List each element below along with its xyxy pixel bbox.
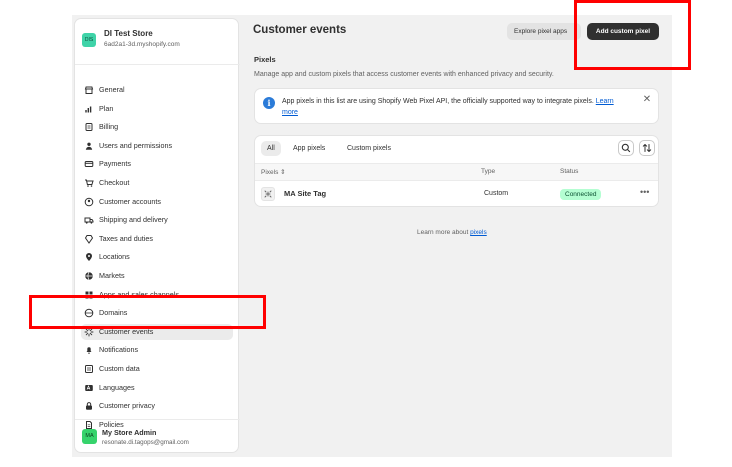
sidebar-item-label: Customer accounts	[99, 196, 161, 206]
sidebar-item-label: Users and permissions	[99, 140, 173, 150]
sidebar-item-label: Shipping and delivery	[99, 215, 168, 225]
sidebar-item-checkout[interactable]: Checkout	[81, 175, 233, 191]
search-button[interactable]	[618, 140, 634, 156]
tab-app-pixels[interactable]: App pixels	[287, 141, 331, 156]
sidebar-item-label: Markets	[99, 271, 125, 280]
chart-icon	[85, 106, 92, 113]
sidebar-item-languages[interactable]: Languages	[81, 380, 233, 396]
custom-pixel-icon	[261, 187, 275, 201]
page-title: Customer events	[253, 24, 347, 36]
sort-arrows-icon: ⇕	[280, 169, 286, 176]
store-domain: 6ad2a1-3d.myshopify.com	[104, 41, 180, 48]
store-avatar: DIS	[82, 33, 96, 47]
info-banner: i App pixels in this list are using Shop…	[254, 88, 659, 124]
person-icon	[85, 142, 93, 150]
status-badge: Connected	[560, 189, 602, 200]
sidebar-item-locations[interactable]: Locations	[81, 249, 233, 265]
pixel-name[interactable]: MA Site Tag	[284, 189, 326, 198]
user-avatar[interactable]: MA	[82, 429, 97, 444]
column-header-type: Type	[481, 168, 496, 175]
sidebar-item-label: Taxes and duties	[99, 233, 153, 243]
pixels-help-link[interactable]: pixels	[470, 229, 487, 236]
language-icon	[85, 384, 93, 391]
column-header-pixels[interactable]: Pixels ⇕	[261, 168, 286, 176]
store-switcher[interactable]: DIS DI Test Store 6ad2a1-3d.myshopify.co…	[80, 27, 235, 57]
store-icon	[84, 86, 94, 94]
sidebar-item-billing[interactable]: Billing	[81, 119, 233, 135]
learn-more-text: Learn more about	[417, 229, 469, 236]
column-header-status: Status	[560, 168, 579, 175]
sidebar-item-customer-accounts[interactable]: Customer accounts	[81, 194, 233, 210]
sidebar-item-taxes-and-duties[interactable]: Taxes and duties	[81, 231, 233, 247]
sidebar-item-label: Checkout	[99, 178, 130, 187]
close-icon[interactable]: ✕	[641, 94, 653, 106]
banner-message: App pixels in this list are using Shopif…	[282, 98, 594, 105]
more-actions-icon[interactable]: •••	[640, 187, 649, 197]
globe-icon	[85, 272, 93, 280]
sidebar-item-label: Locations	[99, 252, 130, 262]
bell-icon	[86, 347, 92, 355]
sidebar-item-label: General	[99, 85, 125, 94]
sidebar-item-label: Customer privacy	[99, 401, 155, 411]
sort-icon	[642, 144, 652, 152]
search-icon	[621, 143, 631, 153]
store-name: DI Test Store	[104, 29, 153, 38]
sidebar-item-markets[interactable]: Markets	[81, 268, 233, 284]
sidebar-item-label: Notifications	[99, 345, 139, 355]
sidebar-item-label: Plan	[99, 103, 114, 113]
data-icon	[85, 365, 93, 373]
info-icon: i	[263, 97, 275, 109]
receipt-icon	[85, 123, 93, 132]
pin-icon	[86, 253, 92, 262]
tab-custom-pixels[interactable]: Custom pixels	[341, 141, 397, 156]
section-title: Pixels	[254, 55, 276, 64]
sidebar-item-custom-data[interactable]: Custom data	[81, 361, 233, 377]
sidebar-item-label: Custom data	[99, 364, 140, 373]
sidebar-item-plan[interactable]: Plan	[81, 101, 233, 117]
explore-pixel-apps-button[interactable]: Explore pixel apps	[507, 23, 581, 40]
pixels-card: All App pixels Custom pixels Pixels ⇕ Ty…	[254, 135, 659, 207]
tax-icon	[84, 234, 94, 244]
truck-icon	[84, 217, 94, 224]
sidebar-item-payments[interactable]: Payments	[81, 156, 233, 172]
sidebar-item-label: Languages	[99, 382, 135, 392]
sidebar-item-notifications[interactable]: Notifications	[81, 342, 233, 358]
sidebar-item-general[interactable]: General	[81, 82, 233, 98]
learn-more-footer: Learn more about pixels	[417, 229, 487, 236]
divider	[75, 419, 240, 420]
highlight-box-customer-events	[29, 295, 266, 329]
card-icon	[84, 161, 94, 168]
sidebar-item-shipping-and-delivery[interactable]: Shipping and delivery	[81, 212, 233, 228]
cart-icon	[85, 179, 94, 187]
sort-button[interactable]	[639, 140, 655, 156]
pixel-type: Custom	[484, 190, 509, 197]
sidebar-item-users-and-permissions[interactable]: Users and permissions	[81, 138, 233, 154]
sidebar-item-customer-privacy[interactable]: Customer privacy	[81, 398, 233, 414]
sidebar-item-label: Payments	[99, 159, 131, 169]
user-name: My Store Admin	[102, 428, 157, 437]
user-email: resonate.di.tagops@gmail.com	[102, 439, 189, 446]
table-header: Pixels ⇕ Type Status	[255, 163, 658, 181]
settings-sidebar: DIS DI Test Store 6ad2a1-3d.myshopify.co…	[74, 18, 240, 453]
banner-text: App pixels in this list are using Shopif…	[282, 96, 627, 118]
divider	[75, 64, 240, 65]
person-circle-icon	[84, 197, 94, 206]
section-description: Manage app and custom pixels that access…	[254, 71, 554, 78]
sidebar-item-label: Billing	[99, 122, 119, 132]
tab-all[interactable]: All	[261, 141, 281, 156]
highlight-box-add-pixel	[574, 0, 691, 70]
lock-icon	[86, 402, 92, 410]
table-row[interactable]: MA Site Tag Custom Connected •••	[255, 181, 658, 206]
